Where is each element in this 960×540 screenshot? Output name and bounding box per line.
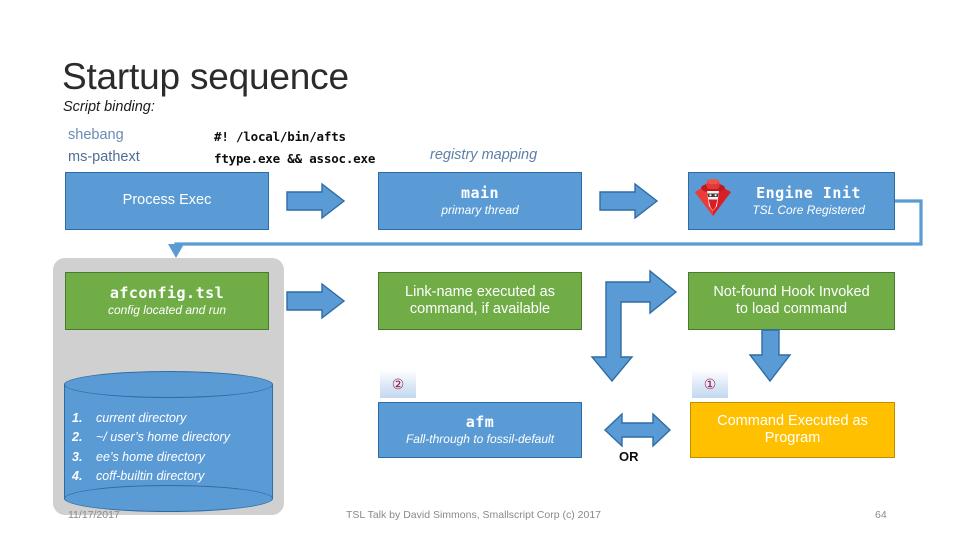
afm-subtitle: Fall-through to fossil-default [405, 431, 555, 446]
step-badge-two: ② [380, 370, 416, 398]
main-title: main [460, 184, 500, 203]
process-exec-title: Process Exec [122, 192, 212, 209]
footer-date: 11/17/2017 [68, 509, 120, 521]
cylinder-top-ellipse [64, 371, 273, 398]
directory-search-list: 1. current directory 2. ~/ user’s home d… [72, 409, 267, 487]
list-item: 1. current directory [72, 409, 267, 428]
directory-search-cylinder: 1. current directory 2. ~/ user’s home d… [64, 371, 273, 512]
engine-init-subtitle: TSL Core Registered [752, 202, 865, 217]
binding-label-ms-pathext: ms-pathext [68, 149, 140, 165]
list-item-number: 1. [72, 411, 83, 425]
list-item: 3. ee’s home directory [72, 448, 267, 467]
page-title: Startup sequence [62, 56, 349, 97]
or-label: OR [619, 449, 639, 464]
registry-mapping-label: registry mapping [430, 147, 538, 163]
slide-canvas: Startup sequence Script binding: shebang… [0, 0, 960, 540]
link-name-line1: Link-name executed as [405, 283, 555, 300]
afconfig-title: afconfig.tsl [109, 284, 225, 303]
afconfig-subtitle: config located and run [107, 302, 227, 317]
list-item-number: 4. [72, 469, 83, 484]
slide-subtitle: Script binding: [63, 99, 155, 115]
list-item: 4. coff-builtin directory [72, 467, 267, 486]
connector-arrowhead-down [168, 244, 184, 258]
smallscript-logo-icon [695, 179, 731, 216]
list-item-label: coff-builtin directory [96, 469, 205, 484]
arrow-main-to-engine-init [599, 182, 659, 220]
list-item-number: 2. [72, 430, 83, 445]
footer-credit: TSL Talk by David Simmons, Smallscript C… [346, 509, 601, 521]
afm-title: afm [465, 413, 495, 432]
main-box[interactable]: main primary thread [378, 172, 582, 230]
command-executed-line1: Command Executed as [717, 412, 868, 429]
not-found-hook-box[interactable]: Not-found Hook Invoked to load command [688, 272, 895, 330]
double-arrow-or [603, 412, 672, 448]
link-name-box[interactable]: Link-name executed as command, if availa… [378, 272, 582, 330]
list-item-number: 3. [72, 449, 83, 464]
list-item-label: current directory [96, 411, 187, 425]
step-two-glyph: ② [391, 376, 405, 392]
link-name-line2: command, if available [409, 301, 551, 317]
not-found-hook-line2: to load command [735, 301, 848, 317]
engine-init-title: Engine Init [756, 184, 861, 203]
list-item: 2. ~/ user’s home directory [72, 428, 267, 447]
step-badge-one: ① [692, 370, 728, 398]
list-item-label: ~/ user’s home directory [96, 430, 230, 445]
binding-code-shebang: #! /local/bin/afts [214, 129, 346, 144]
footer-page-number: 64 [875, 509, 887, 521]
arrow-not-found-hook-to-command-executed [748, 329, 792, 383]
cylinder-bottom-ellipse [64, 485, 273, 512]
arrow-afconfig-to-link-name [286, 282, 346, 320]
bent-arrow-link-name-to-not-found-hook [590, 269, 678, 383]
arrow-process-exec-to-main [286, 182, 346, 220]
process-exec-box[interactable]: Process Exec [65, 172, 269, 230]
afconfig-box[interactable]: afconfig.tsl config located and run [65, 272, 269, 330]
afm-box[interactable]: afm Fall-through to fossil-default [378, 402, 582, 458]
main-subtitle: primary thread [441, 202, 519, 217]
not-found-hook-line1: Not-found Hook Invoked [713, 283, 870, 300]
command-executed-box[interactable]: Command Executed as Program [690, 402, 895, 458]
binding-code-ms-pathext: ftype.exe && assoc.exe [214, 151, 376, 166]
command-executed-line2: Program [764, 430, 821, 446]
step-one-glyph: ① [703, 376, 717, 392]
list-item-label: ee’s home directory [96, 449, 205, 464]
binding-label-shebang: shebang [68, 127, 124, 143]
